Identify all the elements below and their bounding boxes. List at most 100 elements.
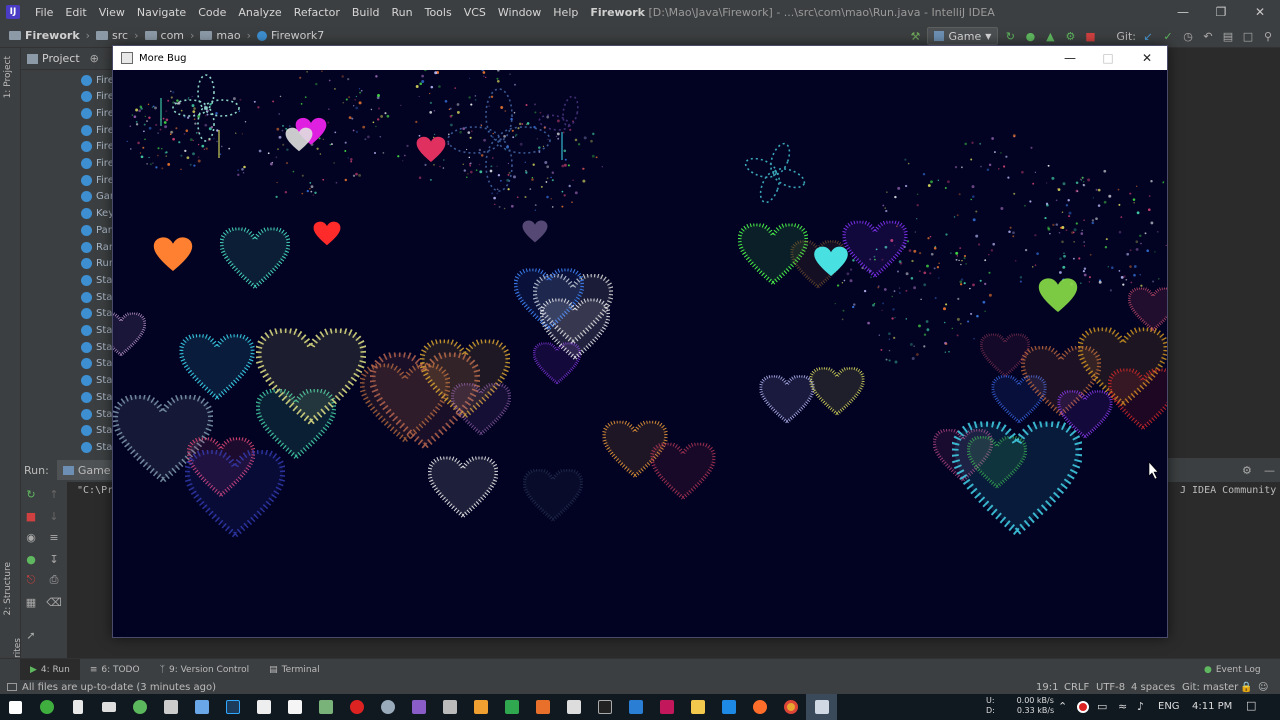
project-tree-item[interactable]: Fire: [81, 89, 114, 105]
stop-icon[interactable]: ■: [24, 509, 38, 523]
menu-help[interactable]: Help: [547, 6, 584, 19]
line-separator[interactable]: CRLF: [1064, 682, 1089, 693]
breadcrumb-item[interactable]: src ›: [93, 29, 141, 42]
tab-version-control[interactable]: ᛉ 9: Version Control: [150, 659, 260, 681]
menu-run[interactable]: Run: [386, 6, 419, 19]
taskbar-app-green2-icon[interactable]: [496, 694, 527, 720]
menu-code[interactable]: Code: [192, 6, 232, 19]
tab-run[interactable]: ▶ 4: Run: [20, 658, 80, 681]
search-icon[interactable]: ⚲: [1260, 28, 1276, 44]
tab-todo[interactable]: ≡ 6: TODO: [80, 659, 150, 681]
project-tree-item[interactable]: Gan: [81, 189, 116, 205]
start-windows-icon[interactable]: [0, 694, 31, 720]
project-tree-item[interactable]: Run: [81, 256, 115, 272]
chevron-up-icon[interactable]: ⌃: [1058, 700, 1067, 713]
tab-terminal[interactable]: ▤ Terminal: [259, 659, 330, 681]
git-update-icon[interactable]: ↙: [1140, 28, 1156, 44]
project-tree-item[interactable]: Fire: [81, 156, 114, 172]
taskbar-app-white3-icon[interactable]: [558, 694, 589, 720]
pin-icon[interactable]: ➚: [24, 628, 38, 642]
firework-canvas[interactable]: [113, 70, 1167, 637]
taskbar-app-icon[interactable]: [124, 694, 155, 720]
console-output-right[interactable]: J IDEA Community Ed: [1180, 485, 1280, 496]
target-icon[interactable]: ⊕: [90, 52, 99, 65]
battery-icon[interactable]: ▭: [1097, 700, 1107, 713]
taskbar-app-orange-icon[interactable]: [465, 694, 496, 720]
taskbar-store-icon[interactable]: [155, 694, 186, 720]
trash-icon[interactable]: ⌫: [46, 595, 62, 609]
taskbar-unity-icon[interactable]: [434, 694, 465, 720]
gear-icon[interactable]: ⚙: [1242, 464, 1252, 477]
volume-icon[interactable]: ♪: [1137, 700, 1144, 713]
taskbar-app-green-icon[interactable]: [31, 694, 62, 720]
lock-icon[interactable]: 🔒: [1240, 682, 1252, 693]
inspector-icon[interactable]: ☺: [1258, 682, 1268, 693]
taskbar-image-icon[interactable]: [310, 694, 341, 720]
down-arrow-icon[interactable]: ↓: [47, 509, 61, 523]
up-arrow-icon[interactable]: ↑: [47, 487, 61, 501]
project-tree-item[interactable]: Fire: [81, 172, 114, 188]
maximize-icon[interactable]: □: [1089, 46, 1127, 70]
history-icon[interactable]: ◷: [1180, 28, 1196, 44]
taskbar-app-orange3-icon[interactable]: [744, 694, 775, 720]
menu-file[interactable]: File: [29, 6, 59, 19]
minimize-icon[interactable]: —: [1051, 46, 1089, 70]
taskbar-chrome-icon[interactable]: [775, 694, 806, 720]
file-encoding[interactable]: UTF-8: [1096, 682, 1125, 693]
hide-panel-icon[interactable]: —: [1264, 464, 1275, 477]
close-icon[interactable]: ✕: [1237, 0, 1280, 24]
soft-wrap-icon[interactable]: ≡: [47, 530, 61, 544]
taskbar-record-icon[interactable]: [341, 694, 372, 720]
debug-bug-icon[interactable]: ●: [1022, 28, 1038, 44]
taskbar-app-white2-icon[interactable]: [279, 694, 310, 720]
status-toggle-icon[interactable]: [7, 683, 17, 691]
taskbar-app-gray-icon[interactable]: [372, 694, 403, 720]
game-window-titlebar[interactable]: More Bug — □ ✕: [113, 46, 1167, 70]
stop-icon[interactable]: ■: [1082, 28, 1098, 44]
project-tree-item[interactable]: Part: [81, 222, 116, 238]
coverage-icon[interactable]: ▲: [1042, 28, 1058, 44]
menu-navigate[interactable]: Navigate: [131, 6, 192, 19]
project-tree-item[interactable]: Fire: [81, 139, 114, 155]
build-hammer-icon[interactable]: ⚒: [907, 28, 923, 44]
breadcrumb-item[interactable]: mao ›: [197, 29, 254, 42]
project-tree-item[interactable]: Fire: [81, 105, 114, 121]
taskbar-app-white-icon[interactable]: [248, 694, 279, 720]
rerun-icon[interactable]: ↻: [1002, 28, 1018, 44]
git-commit-icon[interactable]: ✓: [1160, 28, 1176, 44]
camera-icon[interactable]: ◉: [24, 530, 38, 544]
taskbar-cmd-icon[interactable]: [589, 694, 620, 720]
status-message[interactable]: All files are up-to-date (3 minutes ago): [22, 682, 216, 693]
layout-icon[interactable]: □: [1240, 28, 1256, 44]
git-branch[interactable]: Git: master: [1182, 682, 1238, 693]
taskbar-app-blue2-icon[interactable]: [620, 694, 651, 720]
indent-setting[interactable]: 4 spaces: [1131, 682, 1175, 693]
clock[interactable]: 4:11 PM: [1192, 701, 1232, 712]
caret-position[interactable]: 19:1: [1036, 682, 1058, 693]
scroll-end-icon[interactable]: ↧: [47, 552, 61, 566]
record-tray-icon[interactable]: [1077, 701, 1089, 713]
wifi-icon[interactable]: ≈: [1118, 700, 1127, 713]
profile-icon[interactable]: ⚙: [1062, 28, 1078, 44]
layout-icon[interactable]: ▦: [24, 595, 38, 609]
taskbar-app-blue-icon[interactable]: [186, 694, 217, 720]
exit-icon[interactable]: ⎋: [24, 573, 38, 587]
menu-analyze[interactable]: Analyze: [232, 6, 287, 19]
structure-tool-tab[interactable]: 2: Structure: [3, 562, 13, 616]
event-log-button[interactable]: ● Event Log: [1194, 659, 1271, 681]
debug-bug-icon[interactable]: ●: [24, 552, 38, 566]
project-tree-item[interactable]: Fire: [81, 122, 114, 138]
project-tree-item[interactable]: Fire: [81, 72, 114, 88]
run-config-select[interactable]: Game ▼: [927, 27, 999, 45]
breadcrumb-item[interactable]: Firework7: [254, 29, 327, 42]
menu-tools[interactable]: Tools: [419, 6, 458, 19]
taskbar-calculator-icon[interactable]: [62, 694, 93, 720]
menu-refactor[interactable]: Refactor: [288, 6, 346, 19]
menu-vcs[interactable]: VCS: [458, 6, 492, 19]
taskbar-vscode-icon[interactable]: [713, 694, 744, 720]
menu-window[interactable]: Window: [492, 6, 547, 19]
taskbar-intellij-icon[interactable]: [651, 694, 682, 720]
taskbar-java-app-icon[interactable]: [806, 694, 837, 720]
menu-view[interactable]: View: [93, 6, 131, 19]
taskbar-visual-studio-icon[interactable]: [403, 694, 434, 720]
